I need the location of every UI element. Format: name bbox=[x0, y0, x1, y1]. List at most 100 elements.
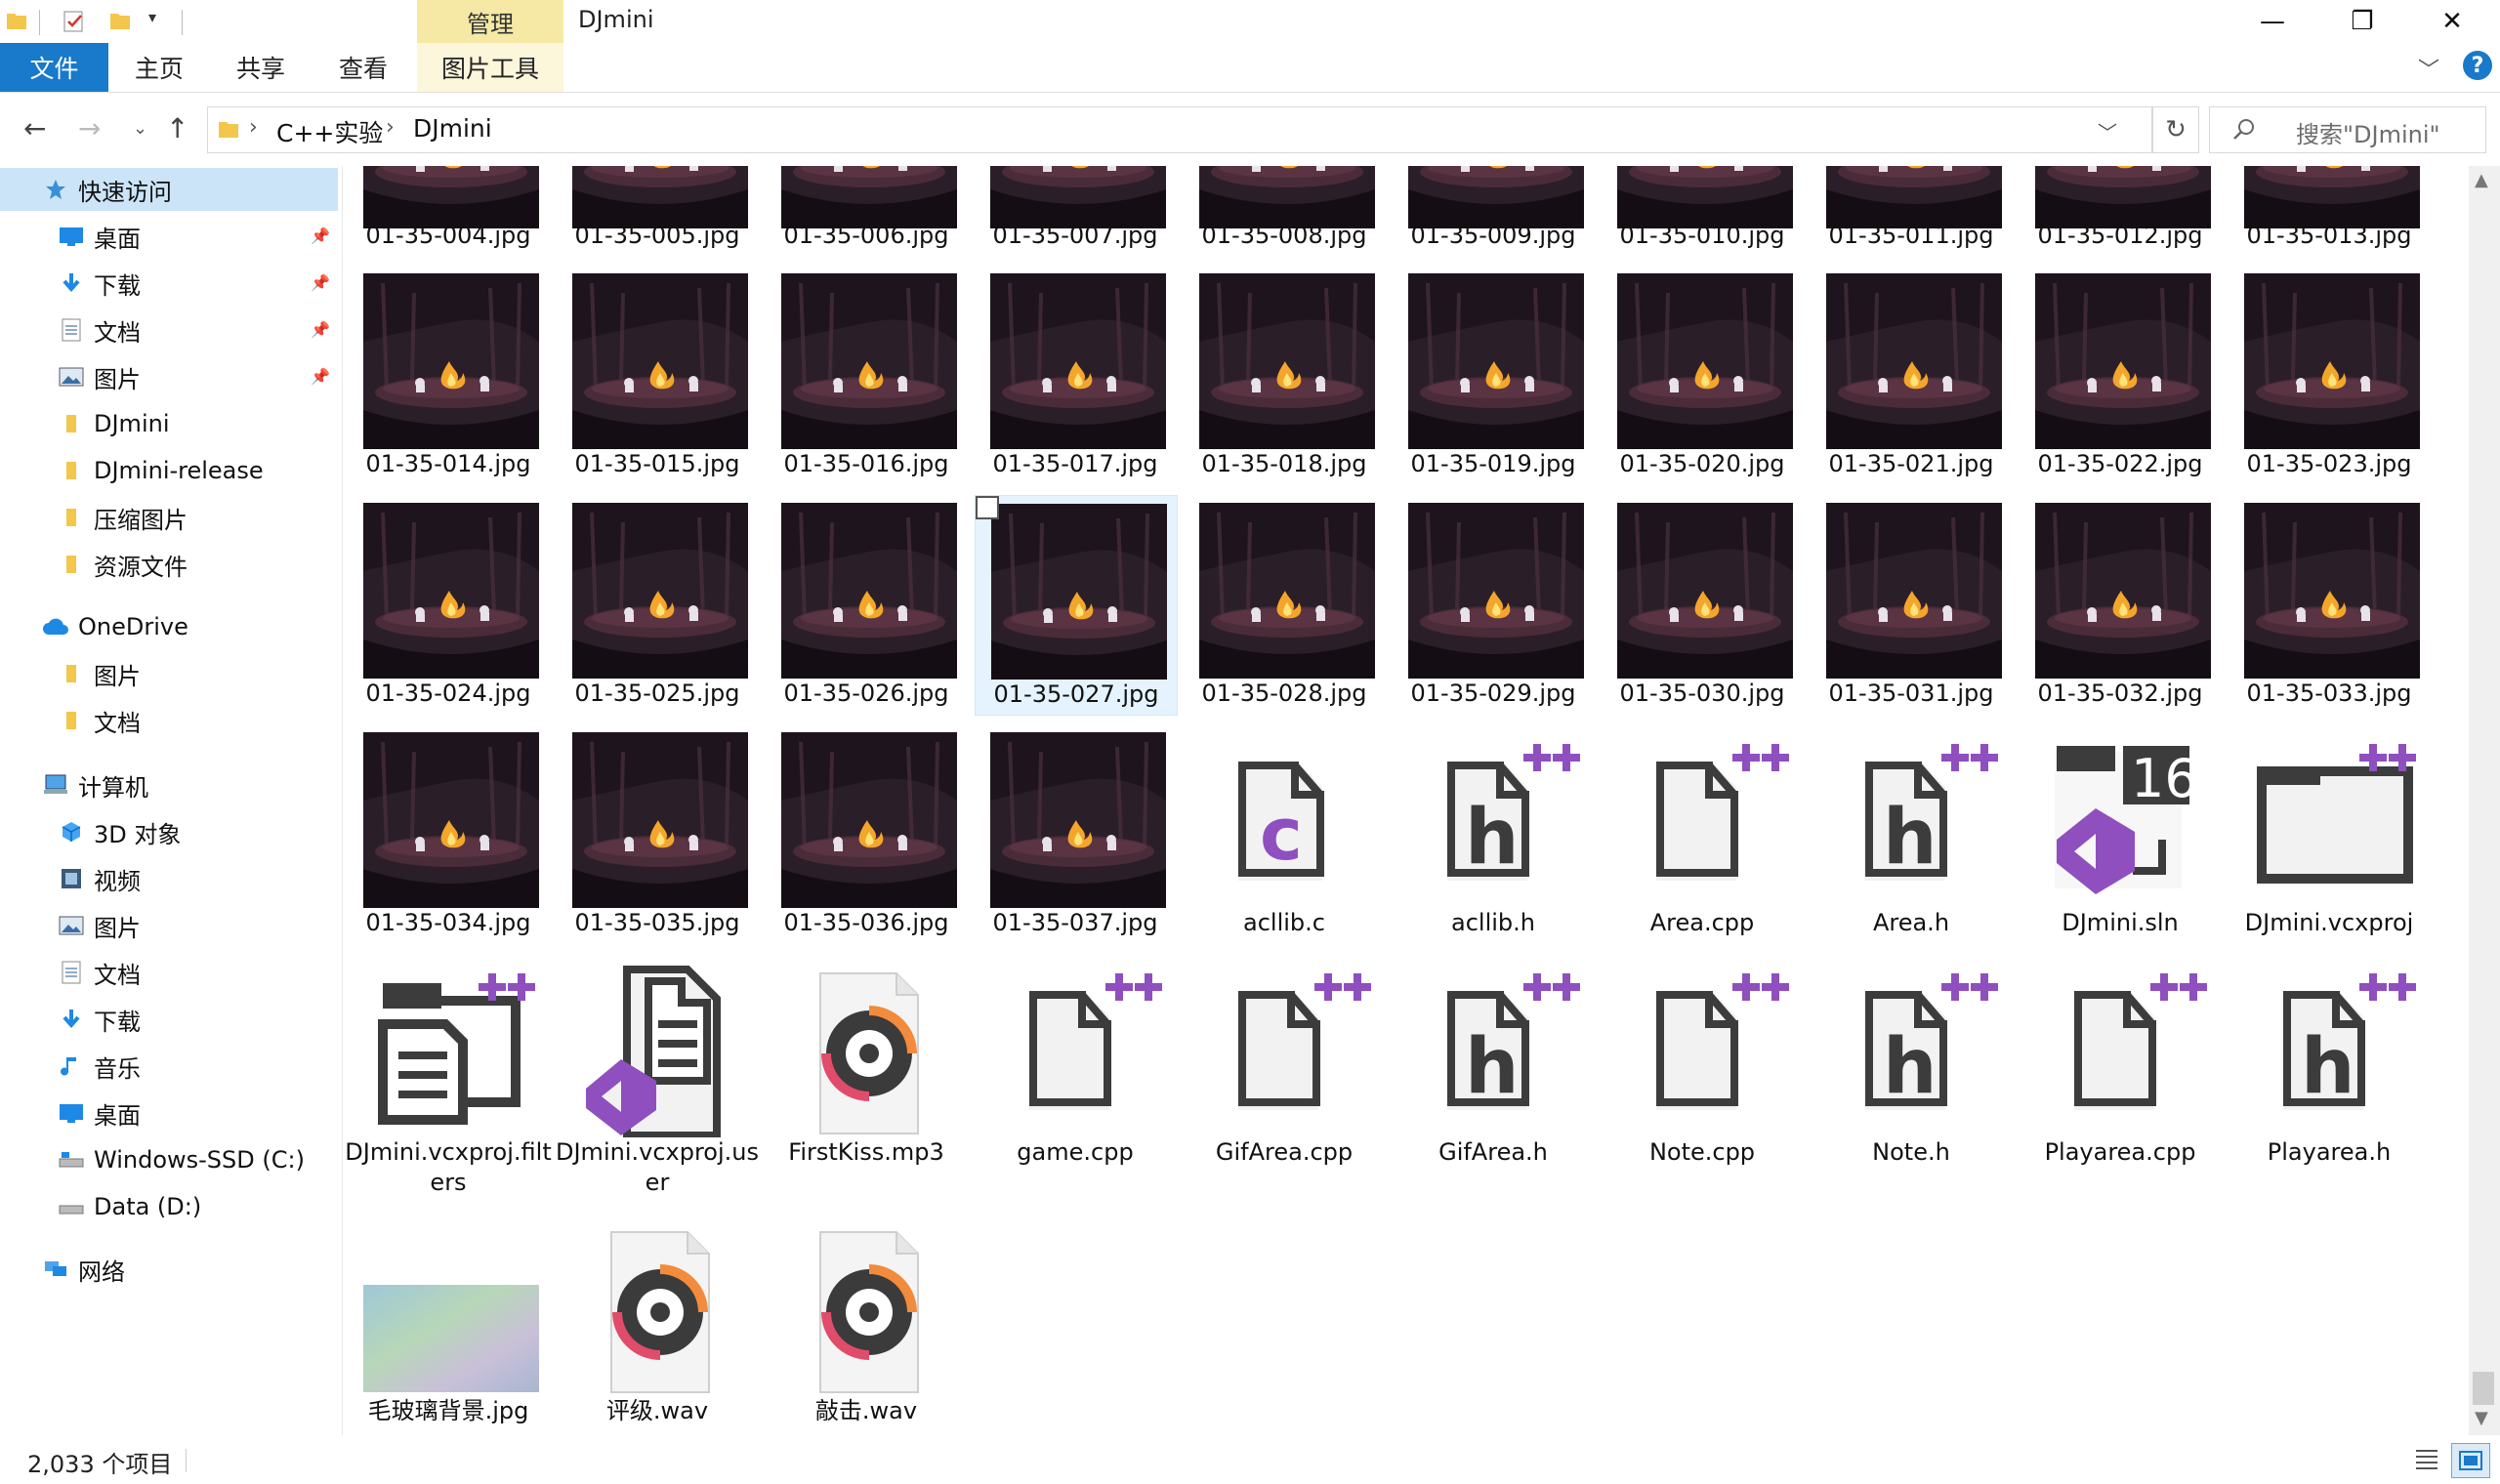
file-item[interactable]: 01-35-035.jpg bbox=[557, 724, 758, 943]
details-view-icon[interactable] bbox=[2412, 1445, 2441, 1472]
scroll-up-arrow-icon[interactable]: ▲ bbox=[2475, 170, 2488, 190]
search-input[interactable]: 搜索"DJmini" bbox=[2209, 106, 2486, 153]
maximize-button[interactable]: ❐ bbox=[2316, 0, 2408, 43]
file-item[interactable]: Playarea.cpp bbox=[2020, 954, 2221, 1173]
pane-divider[interactable] bbox=[342, 166, 343, 1435]
file-item[interactable]: 01-35-011.jpg bbox=[1811, 166, 2012, 256]
file-item[interactable]: 01-35-016.jpg bbox=[766, 266, 967, 484]
file-item[interactable]: 01-35-033.jpg bbox=[2229, 495, 2430, 714]
file-item[interactable]: 16 DJmini.sln bbox=[2020, 724, 2221, 943]
file-item[interactable]: 01-35-027.jpg bbox=[975, 495, 1178, 716]
file-item[interactable]: game.cpp bbox=[975, 954, 1176, 1173]
breadcrumb-chevron-icon[interactable]: › bbox=[386, 115, 395, 140]
breadcrumb-item[interactable]: C++实验 bbox=[276, 114, 383, 149]
manage-context-tab[interactable]: 管理 bbox=[417, 0, 563, 43]
file-item[interactable]: 01-35-013.jpg bbox=[2229, 166, 2430, 256]
file-item[interactable]: h Note.h bbox=[1811, 954, 2012, 1173]
new-folder-icon[interactable] bbox=[109, 10, 131, 35]
file-item[interactable]: DJmini.vcxproj.user bbox=[556, 954, 759, 1196]
file-item[interactable]: h Area.h bbox=[1811, 724, 2012, 943]
sidebar-item[interactable]: 图片 bbox=[57, 904, 338, 947]
file-item[interactable]: h GifArea.h bbox=[1393, 954, 1594, 1173]
file-item[interactable]: 01-35-037.jpg bbox=[975, 724, 1176, 943]
file-item[interactable]: 毛玻璃背景.jpg bbox=[348, 1213, 549, 1431]
file-item[interactable]: 01-35-015.jpg bbox=[557, 266, 758, 484]
sidebar-item[interactable]: 网络 bbox=[41, 1248, 338, 1291]
file-item[interactable]: 01-35-021.jpg bbox=[1811, 266, 2012, 484]
file-item[interactable]: 01-35-030.jpg bbox=[1602, 495, 1803, 714]
sidebar-item[interactable]: 3D 对象 bbox=[57, 810, 338, 853]
sidebar-item[interactable]: 图片 bbox=[57, 652, 338, 695]
sidebar-item[interactable]: 资源文件 bbox=[57, 543, 338, 586]
file-item[interactable]: 01-35-029.jpg bbox=[1393, 495, 1594, 714]
file-item[interactable]: 01-35-014.jpg bbox=[348, 266, 549, 484]
file-item[interactable]: 01-35-022.jpg bbox=[2020, 266, 2221, 484]
file-item[interactable]: 01-35-036.jpg bbox=[766, 724, 967, 943]
file-item[interactable]: 01-35-025.jpg bbox=[557, 495, 758, 714]
sidebar-item[interactable]: 文档 bbox=[57, 951, 338, 994]
file-item[interactable]: 01-35-020.jpg bbox=[1602, 266, 1803, 484]
tab-file[interactable]: 文件 bbox=[0, 43, 108, 92]
file-item[interactable]: h Playarea.h bbox=[2229, 954, 2430, 1173]
file-item[interactable]: 01-35-010.jpg bbox=[1602, 166, 1803, 256]
tab-share[interactable]: 共享 bbox=[209, 43, 312, 92]
file-item[interactable]: 01-35-019.jpg bbox=[1393, 266, 1594, 484]
folder-icon[interactable] bbox=[6, 10, 27, 35]
up-arrow-icon[interactable]: ↑ bbox=[166, 112, 188, 144]
file-item[interactable]: 01-35-031.jpg bbox=[1811, 495, 2012, 714]
tab-view[interactable]: 查看 bbox=[312, 43, 414, 92]
sidebar-item[interactable]: Data (D:) bbox=[57, 1185, 338, 1228]
file-item[interactable]: 01-35-034.jpg bbox=[348, 724, 549, 943]
sidebar-item[interactable]: 桌面 📌 bbox=[57, 215, 338, 258]
selection-checkbox[interactable] bbox=[976, 496, 999, 519]
sidebar-item[interactable]: 视频 bbox=[57, 857, 338, 900]
sidebar-item[interactable]: 文档 📌 bbox=[57, 309, 338, 351]
sidebar-item[interactable]: 快速访问 bbox=[0, 168, 338, 211]
close-button[interactable]: ✕ bbox=[2406, 0, 2498, 43]
properties-icon[interactable] bbox=[62, 10, 86, 37]
file-item[interactable]: 01-35-024.jpg bbox=[348, 495, 549, 714]
file-item[interactable]: 01-35-028.jpg bbox=[1184, 495, 1385, 714]
file-item[interactable]: 01-35-017.jpg bbox=[975, 266, 1176, 484]
sidebar-item[interactable]: DJmini-release bbox=[57, 449, 338, 492]
file-item[interactable]: DJmini.vcxproj.filters bbox=[345, 954, 552, 1196]
file-item[interactable]: FirstKiss.mp3 bbox=[766, 954, 967, 1173]
file-item[interactable]: Area.cpp bbox=[1602, 724, 1803, 943]
file-item[interactable]: c acllib.c bbox=[1184, 724, 1385, 943]
file-item[interactable]: GifArea.cpp bbox=[1184, 954, 1385, 1173]
breadcrumb-chevron-icon[interactable]: › bbox=[249, 115, 258, 140]
qat-dropdown-icon[interactable]: ▾ bbox=[148, 8, 156, 26]
sidebar-item[interactable]: 压缩图片 bbox=[57, 496, 338, 539]
scroll-thumb[interactable] bbox=[2473, 1372, 2494, 1405]
scroll-down-arrow-icon[interactable]: ▼ bbox=[2475, 1408, 2488, 1428]
sidebar-item[interactable]: 文档 bbox=[57, 699, 338, 742]
file-item[interactable]: h acllib.h bbox=[1393, 724, 1594, 943]
large-icons-view-icon[interactable] bbox=[2451, 1443, 2490, 1478]
sidebar-item[interactable]: DJmini bbox=[57, 402, 338, 445]
file-item[interactable]: 01-35-023.jpg bbox=[2229, 266, 2430, 484]
file-item[interactable]: 01-35-009.jpg bbox=[1393, 166, 1594, 256]
chevron-down-icon[interactable]: ﹀ bbox=[2418, 53, 2439, 84]
file-item[interactable]: 01-35-026.jpg bbox=[766, 495, 967, 714]
file-item[interactable]: 评级.wav bbox=[557, 1213, 758, 1431]
file-item[interactable]: 01-35-018.jpg bbox=[1184, 266, 1385, 484]
file-item[interactable]: DJmini.vcxproj bbox=[2229, 724, 2430, 943]
back-arrow-icon[interactable]: ← bbox=[23, 112, 46, 144]
file-item[interactable]: 01-35-012.jpg bbox=[2020, 166, 2221, 256]
file-item[interactable]: 01-35-005.jpg bbox=[557, 166, 758, 256]
file-item[interactable]: 01-35-004.jpg bbox=[348, 166, 549, 256]
vertical-scrollbar[interactable]: ▲ ▼ bbox=[2469, 166, 2500, 1435]
tab-home[interactable]: 主页 bbox=[109, 43, 209, 92]
tab-picture-tools[interactable]: 图片工具 bbox=[417, 43, 563, 92]
file-item[interactable]: Note.cpp bbox=[1602, 954, 1803, 1173]
sidebar-item[interactable]: 下载 📌 bbox=[57, 262, 338, 305]
file-item[interactable]: 01-35-007.jpg bbox=[975, 166, 1176, 256]
sidebar-item[interactable]: 音乐 bbox=[57, 1045, 338, 1088]
minimize-button[interactable]: — bbox=[2227, 0, 2318, 43]
sidebar-item[interactable]: 桌面 bbox=[57, 1092, 338, 1134]
sidebar-item[interactable]: 计算机 bbox=[41, 763, 338, 806]
sidebar-item[interactable]: OneDrive bbox=[41, 605, 338, 648]
sidebar-item[interactable]: 下载 bbox=[57, 998, 338, 1041]
file-item[interactable]: 敲击.wav bbox=[766, 1213, 967, 1431]
file-item[interactable]: 01-35-032.jpg bbox=[2020, 495, 2221, 714]
